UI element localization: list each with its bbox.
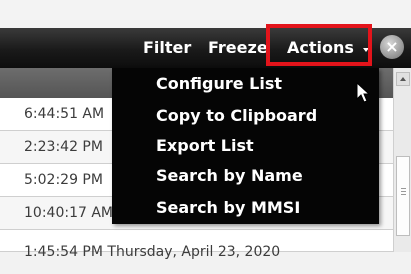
mouse-pointer-icon (356, 82, 371, 103)
time-cell: 2:23:42 PM (24, 139, 103, 155)
menu-item-copy-to-clipboard[interactable]: Copy to Clipboard (156, 106, 317, 126)
time-cell: 10:40:17 AM (24, 205, 113, 221)
time-cell: 6:44:51 AM (24, 106, 105, 122)
grip-icon (401, 188, 406, 189)
freeze-button[interactable]: Freeze (208, 38, 266, 58)
vertical-scrollbar[interactable] (393, 68, 411, 252)
actions-dropdown-menu: Configure List Copy to Clipboard Export … (112, 68, 379, 224)
close-button[interactable]: × (380, 35, 404, 59)
time-cell: 1:45:54 PM Thursday, April 23, 2020 (24, 244, 281, 260)
menu-item-export-list[interactable]: Export List (156, 136, 254, 156)
scroll-thumb[interactable] (396, 156, 410, 236)
actions-highlight-box (266, 24, 372, 66)
scroll-up-button[interactable] (396, 72, 410, 86)
close-icon: × (385, 37, 399, 56)
table-row[interactable]: 1:45:54 PM Thursday, April 23, 2020 (0, 230, 393, 260)
filter-button[interactable]: Filter (143, 38, 191, 58)
menu-item-configure-list[interactable]: Configure List (156, 74, 282, 94)
menu-item-search-by-name[interactable]: Search by Name (156, 166, 303, 186)
time-cell: 5:02:29 PM (24, 172, 103, 188)
menu-item-search-by-mmsi[interactable]: Search by MMSI (156, 198, 300, 218)
